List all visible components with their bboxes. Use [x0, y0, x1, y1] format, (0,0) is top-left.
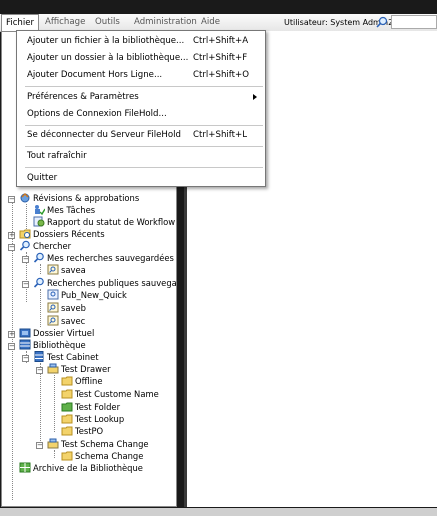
tree-node-label: saveb	[61, 303, 86, 313]
toggle-test-drawer[interactable]: −	[36, 367, 43, 374]
tree-node-label: Rapport du statut de Workflow	[47, 217, 176, 227]
menu-item-label: Ajouter un dossier à la bibliothèque...	[27, 53, 189, 63]
tree-node-label: Test Drawer	[61, 364, 111, 374]
folder-green-icon	[61, 402, 73, 412]
menu-item-label: Ajouter un fichier à la bibliothèque...	[27, 36, 185, 46]
toggle-recherches-publiques[interactable]: −	[22, 281, 29, 288]
menu-item-disconnect[interactable]: Se déconnecter du Serveur FileHold Ctrl+…	[17, 127, 265, 143]
folder-icon	[61, 426, 73, 436]
toggle-test-cabinet[interactable]: −	[22, 355, 29, 362]
submenu-arrow-icon	[253, 94, 257, 100]
menu-item-preferences[interactable]: Préférences & Paramètres	[17, 89, 265, 105]
menu-item-label: Options de Connexion FileHold...	[27, 109, 167, 119]
tree-node-label: Dossiers Récents	[33, 229, 105, 239]
tree-node-label: Offline	[75, 376, 103, 386]
menu-item-add-file[interactable]: Ajouter un fichier à la bibliothèque... …	[17, 33, 265, 49]
menu-separator	[25, 167, 263, 168]
menu-item-refresh-all[interactable]: Tout rafraîchir	[17, 148, 265, 164]
toggle-revisions[interactable]: −	[8, 196, 15, 203]
tree-node-label: Test Folder	[75, 402, 121, 412]
tree-node-label: savec	[61, 316, 86, 326]
menu-item-label: Ajouter Document Hors Ligne...	[27, 70, 163, 80]
saved-search-icon	[47, 289, 59, 300]
tree-node-label: Test Lookup	[75, 414, 125, 424]
search-input[interactable]	[391, 15, 437, 29]
menu-item-add-folder[interactable]: Ajouter un dossier à la bibliothèque... …	[17, 50, 265, 66]
library-icon	[19, 339, 31, 350]
search-icon	[33, 252, 44, 263]
file-menu-dropdown: Ajouter un fichier à la bibliothèque... …	[16, 30, 266, 187]
drawer-icon	[47, 438, 59, 449]
menu-item-quit[interactable]: Quitter	[17, 170, 265, 186]
tree-node-label: Test Schema Change	[61, 439, 149, 449]
menu-administration[interactable]: Administration	[130, 14, 201, 31]
menu-item-shortcut: Ctrl+Shift+F	[193, 53, 248, 63]
search-icon	[33, 277, 44, 288]
tree-node-label: Chercher	[33, 241, 72, 251]
tree-node-label: Bibliothèque	[33, 340, 86, 350]
recent-folders-icon	[19, 229, 31, 239]
menu-item-shortcut: Ctrl+Shift+A	[193, 36, 249, 46]
tasks-icon	[35, 205, 45, 215]
toggle-bibliotheque[interactable]: −	[8, 343, 15, 350]
workflow-icon	[20, 192, 30, 203]
tree-node-label: Pub_New_Quick	[61, 290, 127, 300]
folder-icon	[61, 389, 73, 399]
tree-node-label: Schema Change	[75, 451, 144, 461]
archive-icon	[19, 462, 31, 473]
folder-icon	[61, 376, 73, 386]
tree-node-label: Archive de la Bibliothèque	[33, 463, 143, 473]
menu-outils[interactable]: Outils	[91, 14, 124, 31]
saved-search-icon	[47, 264, 59, 275]
cabinet-icon	[34, 351, 44, 362]
search-icon	[19, 240, 30, 251]
saved-search-icon	[47, 302, 59, 313]
tree-node-label: Dossier Virtuel	[33, 328, 95, 338]
menu-aide[interactable]: Aide	[197, 14, 224, 31]
tree-node-label: TestPO	[75, 426, 104, 436]
tree-node-label: Test Cabinet	[47, 352, 99, 362]
virtual-folder-icon	[19, 328, 31, 338]
menu-separator	[25, 125, 263, 126]
tree-node-label: Mes recherches sauvegardées	[47, 253, 174, 263]
menu-item-label: Préférences & Paramètres	[27, 92, 139, 102]
saved-search-icon	[47, 315, 59, 326]
folder-icon	[61, 451, 73, 461]
folder-icon	[61, 414, 73, 424]
toggle-test-schema-change[interactable]: −	[36, 442, 43, 449]
menu-item-connection-options[interactable]: Options de Connexion FileHold...	[17, 106, 265, 122]
report-icon	[33, 216, 45, 227]
menu-item-shortcut: Ctrl+Shift+O	[193, 70, 249, 80]
menu-affichage[interactable]: Affichage	[41, 14, 89, 31]
tree-node-label: Révisions & approbations	[33, 193, 140, 203]
search-icon[interactable]	[376, 16, 388, 28]
menu-item-shortcut: Ctrl+Shift+L	[193, 130, 248, 140]
menu-item-label: Quitter	[27, 173, 58, 183]
menu-item-add-offline-document[interactable]: Ajouter Document Hors Ligne... Ctrl+Shif…	[17, 67, 265, 83]
toggle-dossiers-recents[interactable]: +	[8, 232, 15, 239]
tree-node-label: savea	[61, 265, 86, 275]
toggle-chercher[interactable]: −	[8, 244, 15, 251]
toggle-dossier-virtuel[interactable]: +	[8, 331, 15, 338]
menu-item-label: Tout rafraîchir	[27, 151, 87, 161]
toggle-mes-recherches[interactable]: −	[22, 256, 29, 263]
menu-separator	[25, 146, 263, 147]
menu-fichier[interactable]: Fichier	[1, 14, 40, 31]
status-bar	[0, 508, 437, 516]
tree-node-label: Test Custome Name	[75, 389, 159, 399]
tree-node-label: Recherches publiques sauvegardées	[47, 278, 177, 288]
menu-item-label: Se déconnecter du Serveur FileHold	[27, 130, 181, 140]
menu-separator	[25, 86, 263, 87]
tree-node-label: Mes Tâches	[47, 205, 96, 215]
drawer-icon	[47, 363, 59, 374]
